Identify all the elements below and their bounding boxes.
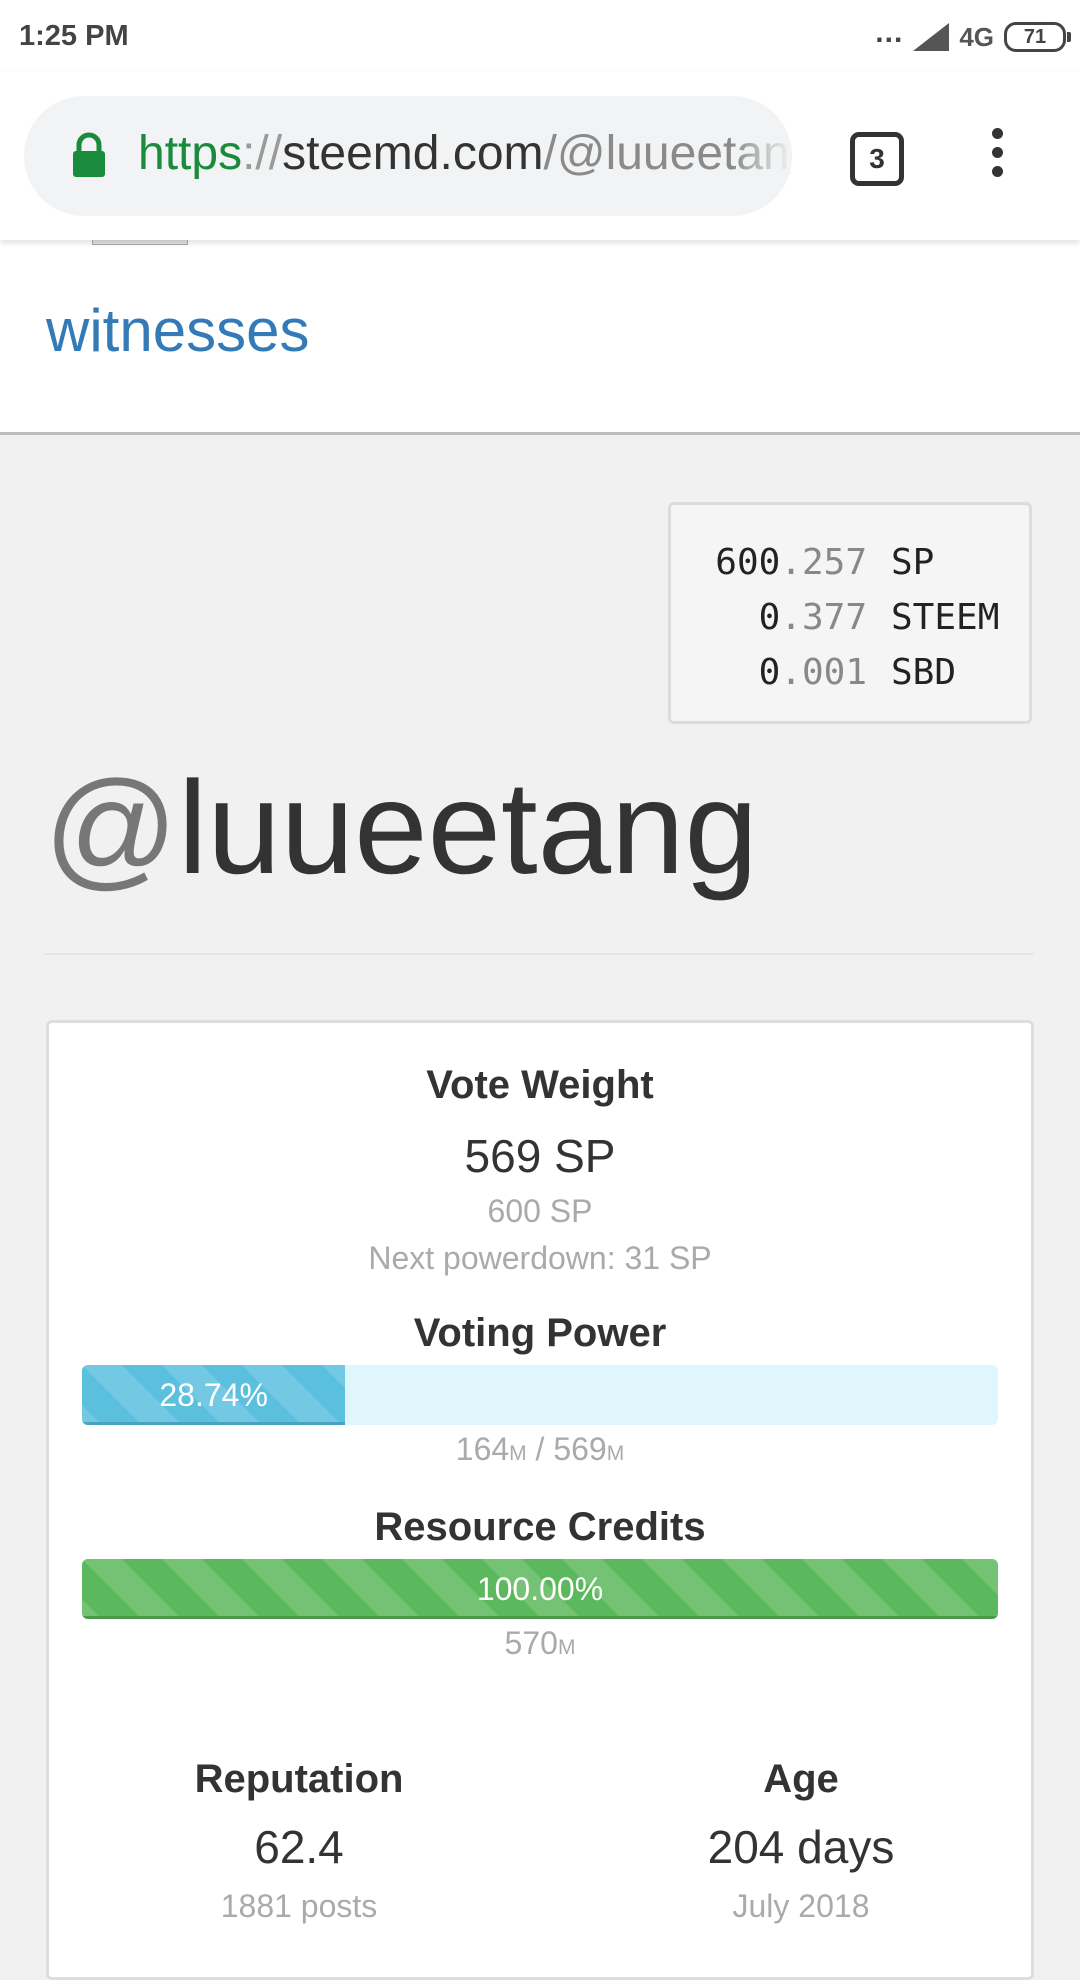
balance-unit: SP — [891, 542, 935, 583]
balance-row-steem: 0.377 STEEM — [671, 590, 1029, 645]
battery-icon: 71 — [1004, 22, 1071, 52]
resource-credits-label: 100.00% — [476, 1571, 604, 1607]
resource-credits-bar: 100.00% — [82, 1559, 998, 1619]
voting-power-label: 28.74% — [159, 1377, 268, 1413]
network-type-label: 4G — [959, 21, 994, 52]
voting-power-max-unit: M — [606, 1442, 625, 1465]
reputation-value: 62.4 — [254, 1821, 344, 1873]
balance-int: 600 — [715, 542, 781, 583]
cell-signal-icon — [913, 23, 950, 51]
browser-toolbar: https://steemd.com/@luueetang 3 — [0, 72, 1080, 240]
status-bar: 1:25 PM ... 4G 71 — [0, 0, 1080, 72]
balance-frac: .257 — [780, 542, 867, 583]
voting-power-current: 164 — [455, 1431, 510, 1467]
battery-level: 71 — [1023, 26, 1047, 48]
profile-username: @luueetang — [44, 752, 758, 903]
vote-weight-value: 569 SP — [464, 1130, 616, 1182]
vote-weight-heading: Vote Weight — [426, 1063, 654, 1107]
divider — [44, 953, 1034, 955]
resource-credits-unit: M — [557, 1636, 576, 1659]
url-host: steemd.com — [282, 127, 544, 180]
resource-credits-amount: 570M — [49, 1625, 1031, 1662]
age-value: 204 days — [707, 1821, 895, 1873]
balance-unit: SBD — [891, 652, 957, 693]
notification-dots-icon: ... — [875, 16, 904, 49]
balance-frac: .001 — [780, 652, 867, 693]
resource-credits-heading: Resource Credits — [374, 1505, 706, 1549]
overflow-menu-icon[interactable] — [982, 128, 1012, 184]
url-separator: :// — [242, 127, 283, 180]
status-time: 1:25 PM — [19, 20, 129, 52]
voting-power-separator: / — [526, 1431, 554, 1467]
username-name: luueetang — [178, 754, 758, 901]
voting-power-amounts: 164M / 569M — [49, 1431, 1031, 1468]
url-text: https://steemd.com/@luueetang — [138, 126, 792, 181]
balance-unit: STEEM — [891, 597, 1000, 638]
reputation-column: Reputation 62.4 1881 posts — [79, 1757, 519, 1925]
url-fade — [732, 96, 792, 216]
balance-row-sp: 600.257 SP — [671, 535, 1029, 590]
balance-int: 0 — [758, 652, 781, 693]
balances-box: 600.257 SP 0.377 STEEM 0.001 SBD — [668, 502, 1032, 724]
resource-credits-value: 570 — [504, 1625, 558, 1661]
next-powerdown: Next powerdown: 31 SP — [368, 1240, 712, 1276]
voting-power-bar: 28.74% — [82, 1365, 998, 1425]
balance-frac: .377 — [780, 597, 867, 638]
own-sp-value: 600 SP — [487, 1193, 593, 1229]
url-bar[interactable]: https://steemd.com/@luueetang — [24, 96, 792, 216]
balance-row-sbd: 0.001 SBD — [671, 645, 1029, 700]
witnesses-link[interactable]: witnesses — [46, 296, 309, 365]
username-at-sign: @ — [44, 754, 178, 901]
voting-power-current-unit: M — [509, 1442, 527, 1465]
voting-power-heading: Voting Power — [413, 1311, 667, 1355]
account-stats-card: Vote Weight 569 SP 600 SP Next powerdown… — [46, 1020, 1034, 1980]
post-count: 1881 posts — [220, 1888, 378, 1924]
age-heading: Age — [763, 1757, 839, 1801]
tab-switcher-button[interactable]: 3 — [850, 132, 904, 186]
reputation-heading: Reputation — [194, 1757, 404, 1801]
url-scheme: https — [138, 127, 243, 180]
voting-power-max: 569 — [553, 1431, 607, 1467]
lock-icon — [73, 132, 105, 177]
age-column: Age 204 days July 2018 — [581, 1757, 1021, 1925]
status-icons: ... 4G 71 — [875, 16, 1071, 56]
balance-int: 0 — [758, 597, 781, 638]
join-date: July 2018 — [732, 1888, 870, 1924]
